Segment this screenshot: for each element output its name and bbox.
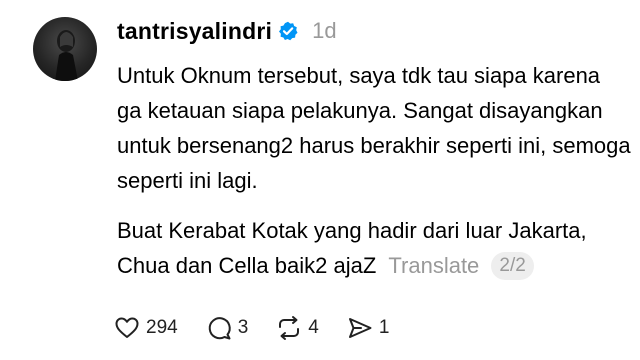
action-bar: 294 3 4 1	[114, 313, 417, 343]
username[interactable]: tantrisyalindri	[117, 18, 272, 45]
send-icon	[348, 318, 372, 338]
avatar-photo	[55, 30, 78, 81]
post-header: tantrisyalindri 1d	[117, 15, 337, 47]
avatar[interactable]	[33, 17, 97, 81]
translate-link[interactable]: Translate	[388, 253, 479, 278]
post-line: ga ketauan siapa pelakunya. Sangat disay…	[117, 98, 603, 123]
post-paragraph-2: Buat Kerabat Kotak yang hadir dari luar …	[117, 213, 640, 283]
post-body: Untuk Oknum tersebut, saya tdk tau siapa…	[117, 58, 640, 283]
comment-icon	[208, 317, 231, 340]
post-line: Chua dan Cella baik2 ajaZ	[117, 253, 377, 278]
reply-count: 3	[237, 317, 249, 338]
post-line: Buat Kerabat Kotak yang hadir dari luar …	[117, 218, 587, 243]
reply-button[interactable]: 3	[206, 315, 249, 341]
share-button[interactable]: 1	[347, 315, 390, 341]
repost-button[interactable]: 4	[276, 315, 319, 341]
post-paragraph-1: Untuk Oknum tersebut, saya tdk tau siapa…	[117, 58, 640, 198]
post-line: seperti ini lagi.	[117, 168, 258, 193]
page-indicator: 2/2	[491, 252, 534, 280]
repost-icon	[279, 316, 300, 340]
post-timestamp[interactable]: 1d	[312, 18, 336, 44]
verified-badge-icon	[278, 21, 298, 41]
heart-icon	[115, 317, 139, 338]
like-count: 294	[146, 317, 178, 338]
repost-count: 4	[308, 317, 319, 338]
like-button[interactable]: 294	[114, 315, 178, 341]
post-line: untuk bersenang2 harus berakhir seperti …	[117, 133, 631, 158]
share-count: 1	[378, 317, 390, 338]
post-line: Untuk Oknum tersebut, saya tdk tau siapa…	[117, 63, 601, 88]
